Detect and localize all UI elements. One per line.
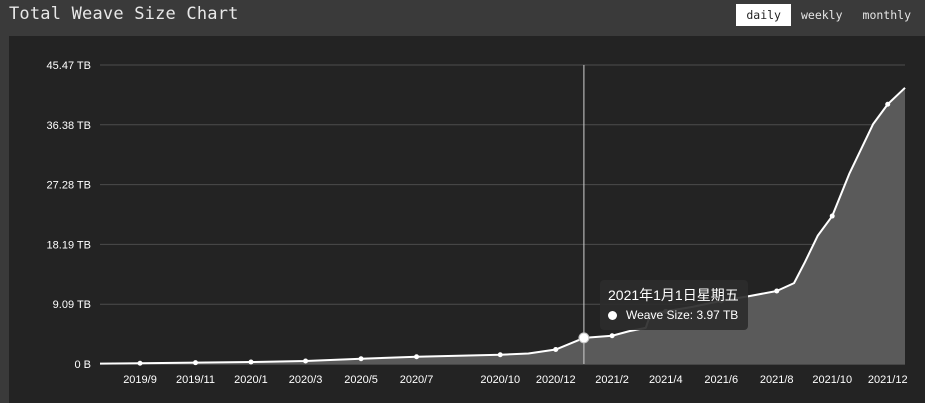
x-tick-label: 2020/1 xyxy=(234,374,268,386)
interval-toggle: daily weekly monthly xyxy=(736,4,921,26)
chart-title: Total Weave Size Chart xyxy=(9,4,239,24)
x-tick-label: 2021/4 xyxy=(649,374,683,386)
y-tick-label: 0 B xyxy=(74,359,91,371)
data-point xyxy=(774,288,780,294)
y-tick-label: 36.38 TB xyxy=(47,120,91,132)
y-tick-label: 45.47 TB xyxy=(47,60,91,72)
x-tick-label: 2019/9 xyxy=(123,374,157,386)
data-point xyxy=(553,347,559,353)
x-tick-label: 2021/8 xyxy=(760,374,794,386)
y-tick-label: 18.19 TB xyxy=(47,239,91,251)
daily-button[interactable]: daily xyxy=(736,4,791,26)
tooltip-series-value: Weave Size: 3.97 TB xyxy=(626,308,739,322)
tooltip-date: 2021年1月1日星期五 xyxy=(608,287,739,303)
data-point xyxy=(303,358,309,364)
data-point xyxy=(358,356,364,362)
tooltip-series-dot-icon xyxy=(608,311,617,320)
x-tick-label: 2021/6 xyxy=(704,374,738,386)
y-tick-label: 9.09 TB xyxy=(53,299,91,311)
data-point xyxy=(414,354,420,360)
weave-size-chart[interactable]: 0 B 9.09 TB 18.19 TB 27.28 TB 36.38 TB 45.47 … xyxy=(9,36,925,403)
chart-tooltip: 2021年1月1日星期五 Weave Size: 3.97 TB xyxy=(600,280,748,330)
chart-panel: 0 B 9.09 TB 18.19 TB 27.28 TB 36.38 TB 45.47 … xyxy=(9,36,925,403)
x-tick-label: 2020/7 xyxy=(400,374,434,386)
series-area xyxy=(100,87,905,364)
x-tick-label: 2019/11 xyxy=(176,374,215,386)
monthly-button[interactable]: monthly xyxy=(853,4,921,26)
data-point xyxy=(193,360,199,366)
data-point xyxy=(248,359,254,365)
data-point xyxy=(609,333,615,339)
x-tick-label: 2021/2 xyxy=(595,374,629,386)
x-tick-label: 2020/3 xyxy=(289,374,323,386)
data-point xyxy=(885,101,891,107)
data-point xyxy=(497,352,503,358)
data-point xyxy=(137,360,143,366)
x-tick-label: 2020/12 xyxy=(536,374,576,386)
x-tick-label: 2020/5 xyxy=(344,374,378,386)
weekly-button[interactable]: weekly xyxy=(791,4,853,26)
data-point xyxy=(829,213,835,219)
x-tick-label: 2021/10 xyxy=(812,374,852,386)
highlight-point xyxy=(578,332,590,344)
x-tick-label: 2020/10 xyxy=(480,374,520,386)
y-tick-label: 27.28 TB xyxy=(47,180,91,192)
x-tick-label: 2021/12 xyxy=(868,374,908,386)
